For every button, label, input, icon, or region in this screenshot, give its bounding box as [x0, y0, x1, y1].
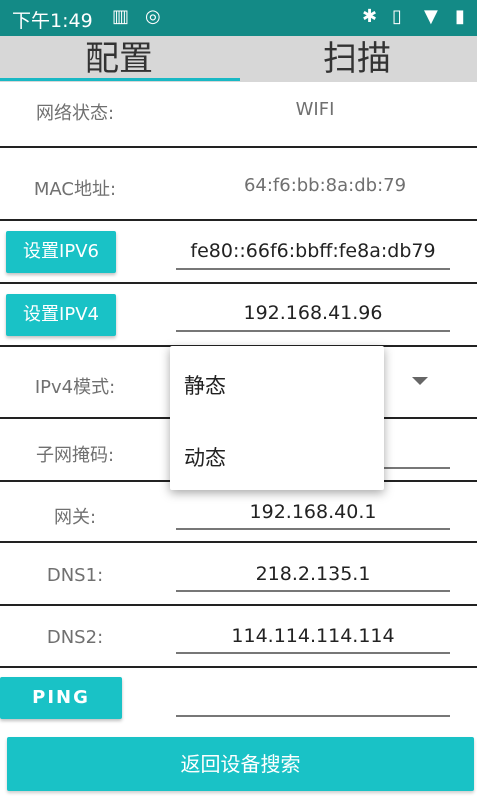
set-ipv4-button[interactable]: 设置IPV4 — [6, 294, 116, 336]
dns2-label: DNS2: — [46, 627, 104, 648]
bluetooth-icon: ✱ — [362, 6, 378, 27]
clock-app-icon: ◎ — [145, 6, 161, 27]
vibrate-icon: ▯ — [392, 6, 402, 27]
gateway-field[interactable]: 192.168.40.1 — [176, 501, 450, 530]
wifi-icon: ▼ — [424, 6, 438, 27]
dropdown-option-dynamic[interactable]: 动态 — [184, 442, 226, 472]
ipv4-mode-label: IPv4模式: — [34, 377, 116, 398]
back-to-device-search-button[interactable]: 返回设备搜索 — [7, 737, 474, 791]
gateway-label: 网关: — [53, 507, 97, 528]
chevron-down-icon[interactable] — [412, 377, 428, 385]
status-time: 下午1:49 — [12, 10, 93, 32]
ping-button[interactable]: PING — [0, 677, 122, 719]
divider — [0, 666, 477, 668]
divider — [0, 146, 477, 148]
ipv6-field[interactable]: fe80::66f6:bbff:fe8a:db79 — [176, 240, 450, 270]
divider — [0, 282, 477, 284]
divider — [0, 604, 477, 606]
dns1-label: DNS1: — [46, 565, 104, 586]
divider — [0, 219, 477, 221]
mac-label: MAC地址: — [33, 179, 117, 200]
ipv4-field[interactable]: 192.168.41.96 — [176, 302, 450, 332]
mac-value: 64:f6:bb:8a:db:79 — [243, 175, 407, 196]
tab-bar: 配置 扫描 — [0, 36, 477, 82]
status-bar: 下午1:49 ▥ ◎ ✱ ▯ ▼ ▮ — [0, 0, 477, 36]
divider — [0, 541, 477, 543]
tab-scan[interactable]: 扫描 — [238, 36, 476, 82]
dns2-field[interactable]: 114.114.114.114 — [176, 625, 450, 654]
ipv4-mode-dropdown: 静态 动态 — [170, 346, 384, 490]
sim-icon: ▥ — [112, 6, 130, 27]
battery-icon: ▮ — [455, 6, 465, 27]
tab-indicator — [0, 78, 240, 81]
dns1-field[interactable]: 218.2.135.1 — [176, 563, 450, 592]
network-status-value: WIFI — [295, 99, 335, 120]
dropdown-option-static[interactable]: 静态 — [184, 370, 226, 400]
network-status-label: 网络状态: — [35, 103, 115, 124]
subnet-label: 子网掩码: — [35, 445, 115, 466]
tab-config[interactable]: 配置 — [0, 36, 238, 82]
ping-field[interactable] — [176, 688, 450, 717]
set-ipv6-button[interactable]: 设置IPV6 — [6, 231, 116, 273]
